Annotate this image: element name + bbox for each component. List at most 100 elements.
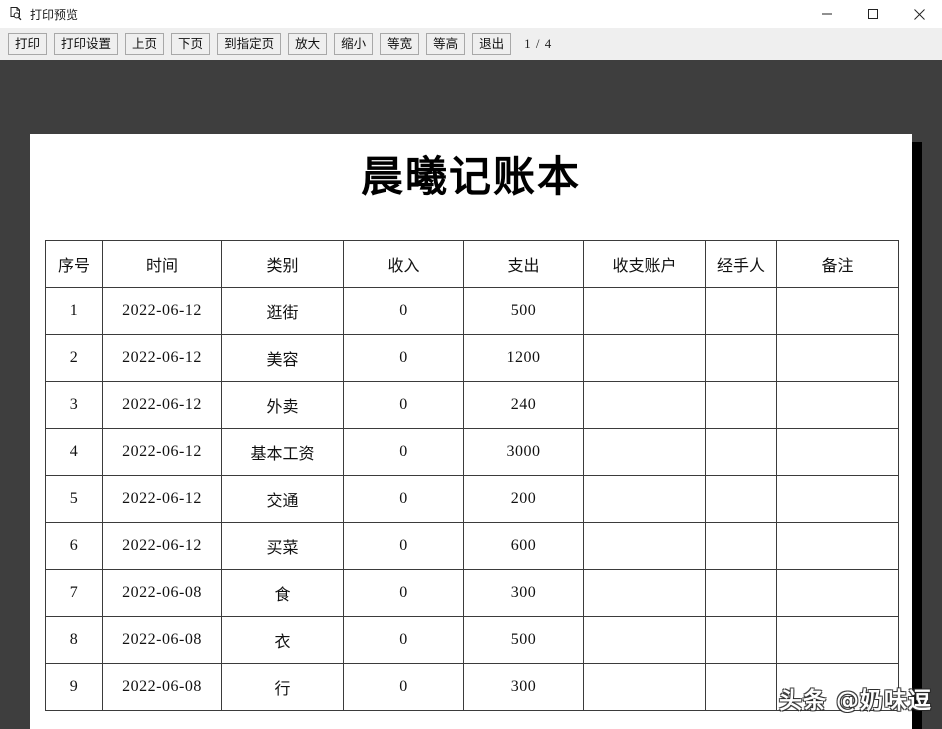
cell-account — [583, 428, 706, 476]
table-header-row: 序号 时间 类别 收入 支出 收支账户 经手人 备注 — [45, 240, 899, 288]
cell-income: 0 — [343, 522, 464, 570]
column-header-time: 时间 — [102, 240, 222, 288]
cell-income: 0 — [343, 334, 464, 382]
cell-handler — [705, 475, 777, 523]
zoom-in-button[interactable]: 放大 — [288, 33, 328, 55]
cell-expense: 200 — [463, 475, 584, 523]
cell-expense: 600 — [463, 522, 584, 570]
cell-account — [583, 569, 706, 617]
cell-time: 2022-06-12 — [102, 475, 222, 523]
next-page-button[interactable]: 下页 — [171, 33, 211, 55]
cell-income: 0 — [343, 475, 464, 523]
cell-account — [583, 334, 706, 382]
cell-note — [776, 616, 899, 664]
cell-category: 买菜 — [221, 522, 344, 570]
cell-time: 2022-06-08 — [102, 616, 222, 664]
minimize-icon — [821, 8, 833, 20]
cell-handler — [705, 663, 777, 711]
cell-income: 0 — [343, 616, 464, 664]
close-icon — [913, 8, 926, 21]
cell-category: 衣 — [221, 616, 344, 664]
table-row: 7 2022-06-08 食 0 300 — [45, 569, 899, 617]
cell-note — [776, 569, 899, 617]
cell-time: 2022-06-12 — [102, 287, 222, 335]
cell-category: 基本工资 — [221, 428, 344, 476]
maximize-icon — [867, 8, 879, 20]
cell-income: 0 — [343, 381, 464, 429]
exit-button[interactable]: 退出 — [472, 33, 512, 55]
cell-account — [583, 381, 706, 429]
cell-expense: 300 — [463, 663, 584, 711]
column-header-income: 收入 — [343, 240, 464, 288]
cell-time: 2022-06-12 — [102, 428, 222, 476]
cell-income: 0 — [343, 287, 464, 335]
cell-category: 美容 — [221, 334, 344, 382]
fit-width-button[interactable]: 等宽 — [380, 33, 420, 55]
titlebar: 打印预览 — [0, 0, 942, 28]
cell-income: 0 — [343, 428, 464, 476]
cell-index: 8 — [45, 616, 103, 664]
print-button[interactable]: 打印 — [8, 33, 48, 55]
cell-time: 2022-06-12 — [102, 522, 222, 570]
cell-index: 4 — [45, 428, 103, 476]
cell-income: 0 — [343, 663, 464, 711]
cell-account — [583, 522, 706, 570]
titlebar-left: 打印预览 — [0, 6, 78, 23]
table-row: 4 2022-06-12 基本工资 0 3000 — [45, 428, 899, 476]
cell-expense: 500 — [463, 616, 584, 664]
cell-category: 行 — [221, 663, 344, 711]
cell-expense: 3000 — [463, 428, 584, 476]
minimize-button[interactable] — [804, 0, 850, 28]
cell-time: 2022-06-08 — [102, 569, 222, 617]
cell-time: 2022-06-08 — [102, 663, 222, 711]
document-page: 晨曦记账本 序号 时间 类别 收入 支出 收支账户 经手人 备注 1 2022-… — [30, 134, 912, 729]
table-row: 2 2022-06-12 美容 0 1200 — [45, 334, 899, 382]
cell-income: 0 — [343, 569, 464, 617]
cell-note — [776, 287, 899, 335]
maximize-button[interactable] — [850, 0, 896, 28]
column-header-handler: 经手人 — [705, 240, 777, 288]
preview-area[interactable]: 晨曦记账本 序号 时间 类别 收入 支出 收支账户 经手人 备注 1 2022-… — [0, 60, 942, 729]
cell-index: 1 — [45, 287, 103, 335]
print-settings-button[interactable]: 打印设置 — [54, 33, 119, 55]
cell-time: 2022-06-12 — [102, 334, 222, 382]
print-preview-icon — [8, 6, 24, 22]
table-row: 6 2022-06-12 买菜 0 600 — [45, 522, 899, 570]
column-header-category: 类别 — [221, 240, 344, 288]
watermark: 头条 @奶味逗 — [778, 688, 932, 714]
document-title: 晨曦记账本 — [360, 152, 581, 201]
cell-account — [583, 663, 706, 711]
cell-index: 2 — [45, 334, 103, 382]
zoom-out-button[interactable]: 缩小 — [334, 33, 374, 55]
cell-category: 食 — [221, 569, 344, 617]
cell-index: 3 — [45, 381, 103, 429]
cell-account — [583, 287, 706, 335]
cell-account — [583, 475, 706, 523]
table-row: 9 2022-06-08 行 0 300 — [45, 663, 899, 711]
table-row: 5 2022-06-12 交通 0 200 — [45, 475, 899, 523]
cell-index: 7 — [45, 569, 103, 617]
table-row: 1 2022-06-12 逛街 0 500 — [45, 287, 899, 335]
ledger-table: 序号 时间 类别 收入 支出 收支账户 经手人 备注 1 2022-06-12 — [45, 240, 899, 711]
cell-index: 6 — [45, 522, 103, 570]
cell-category: 交通 — [221, 475, 344, 523]
cell-category: 外卖 — [221, 381, 344, 429]
cell-expense: 500 — [463, 287, 584, 335]
table-row: 8 2022-06-08 衣 0 500 — [45, 616, 899, 664]
cell-note — [776, 381, 899, 429]
previous-page-button[interactable]: 上页 — [125, 33, 165, 55]
print-preview-window: 打印预览 打印 打印设置 上页 下页 到指定页 放大 缩小 等宽 等高 退出 1… — [0, 0, 942, 729]
fit-height-button[interactable]: 等高 — [426, 33, 466, 55]
close-button[interactable] — [896, 0, 942, 28]
goto-page-button[interactable]: 到指定页 — [217, 33, 282, 55]
cell-note — [776, 428, 899, 476]
column-header-note: 备注 — [776, 240, 899, 288]
column-header-expense: 支出 — [463, 240, 584, 288]
cell-handler — [705, 522, 777, 570]
cell-handler — [705, 334, 777, 382]
cell-category: 逛街 — [221, 287, 344, 335]
cell-handler — [705, 616, 777, 664]
window-controls — [804, 0, 942, 28]
window-title: 打印预览 — [30, 7, 79, 22]
table-row: 3 2022-06-12 外卖 0 240 — [45, 381, 899, 429]
